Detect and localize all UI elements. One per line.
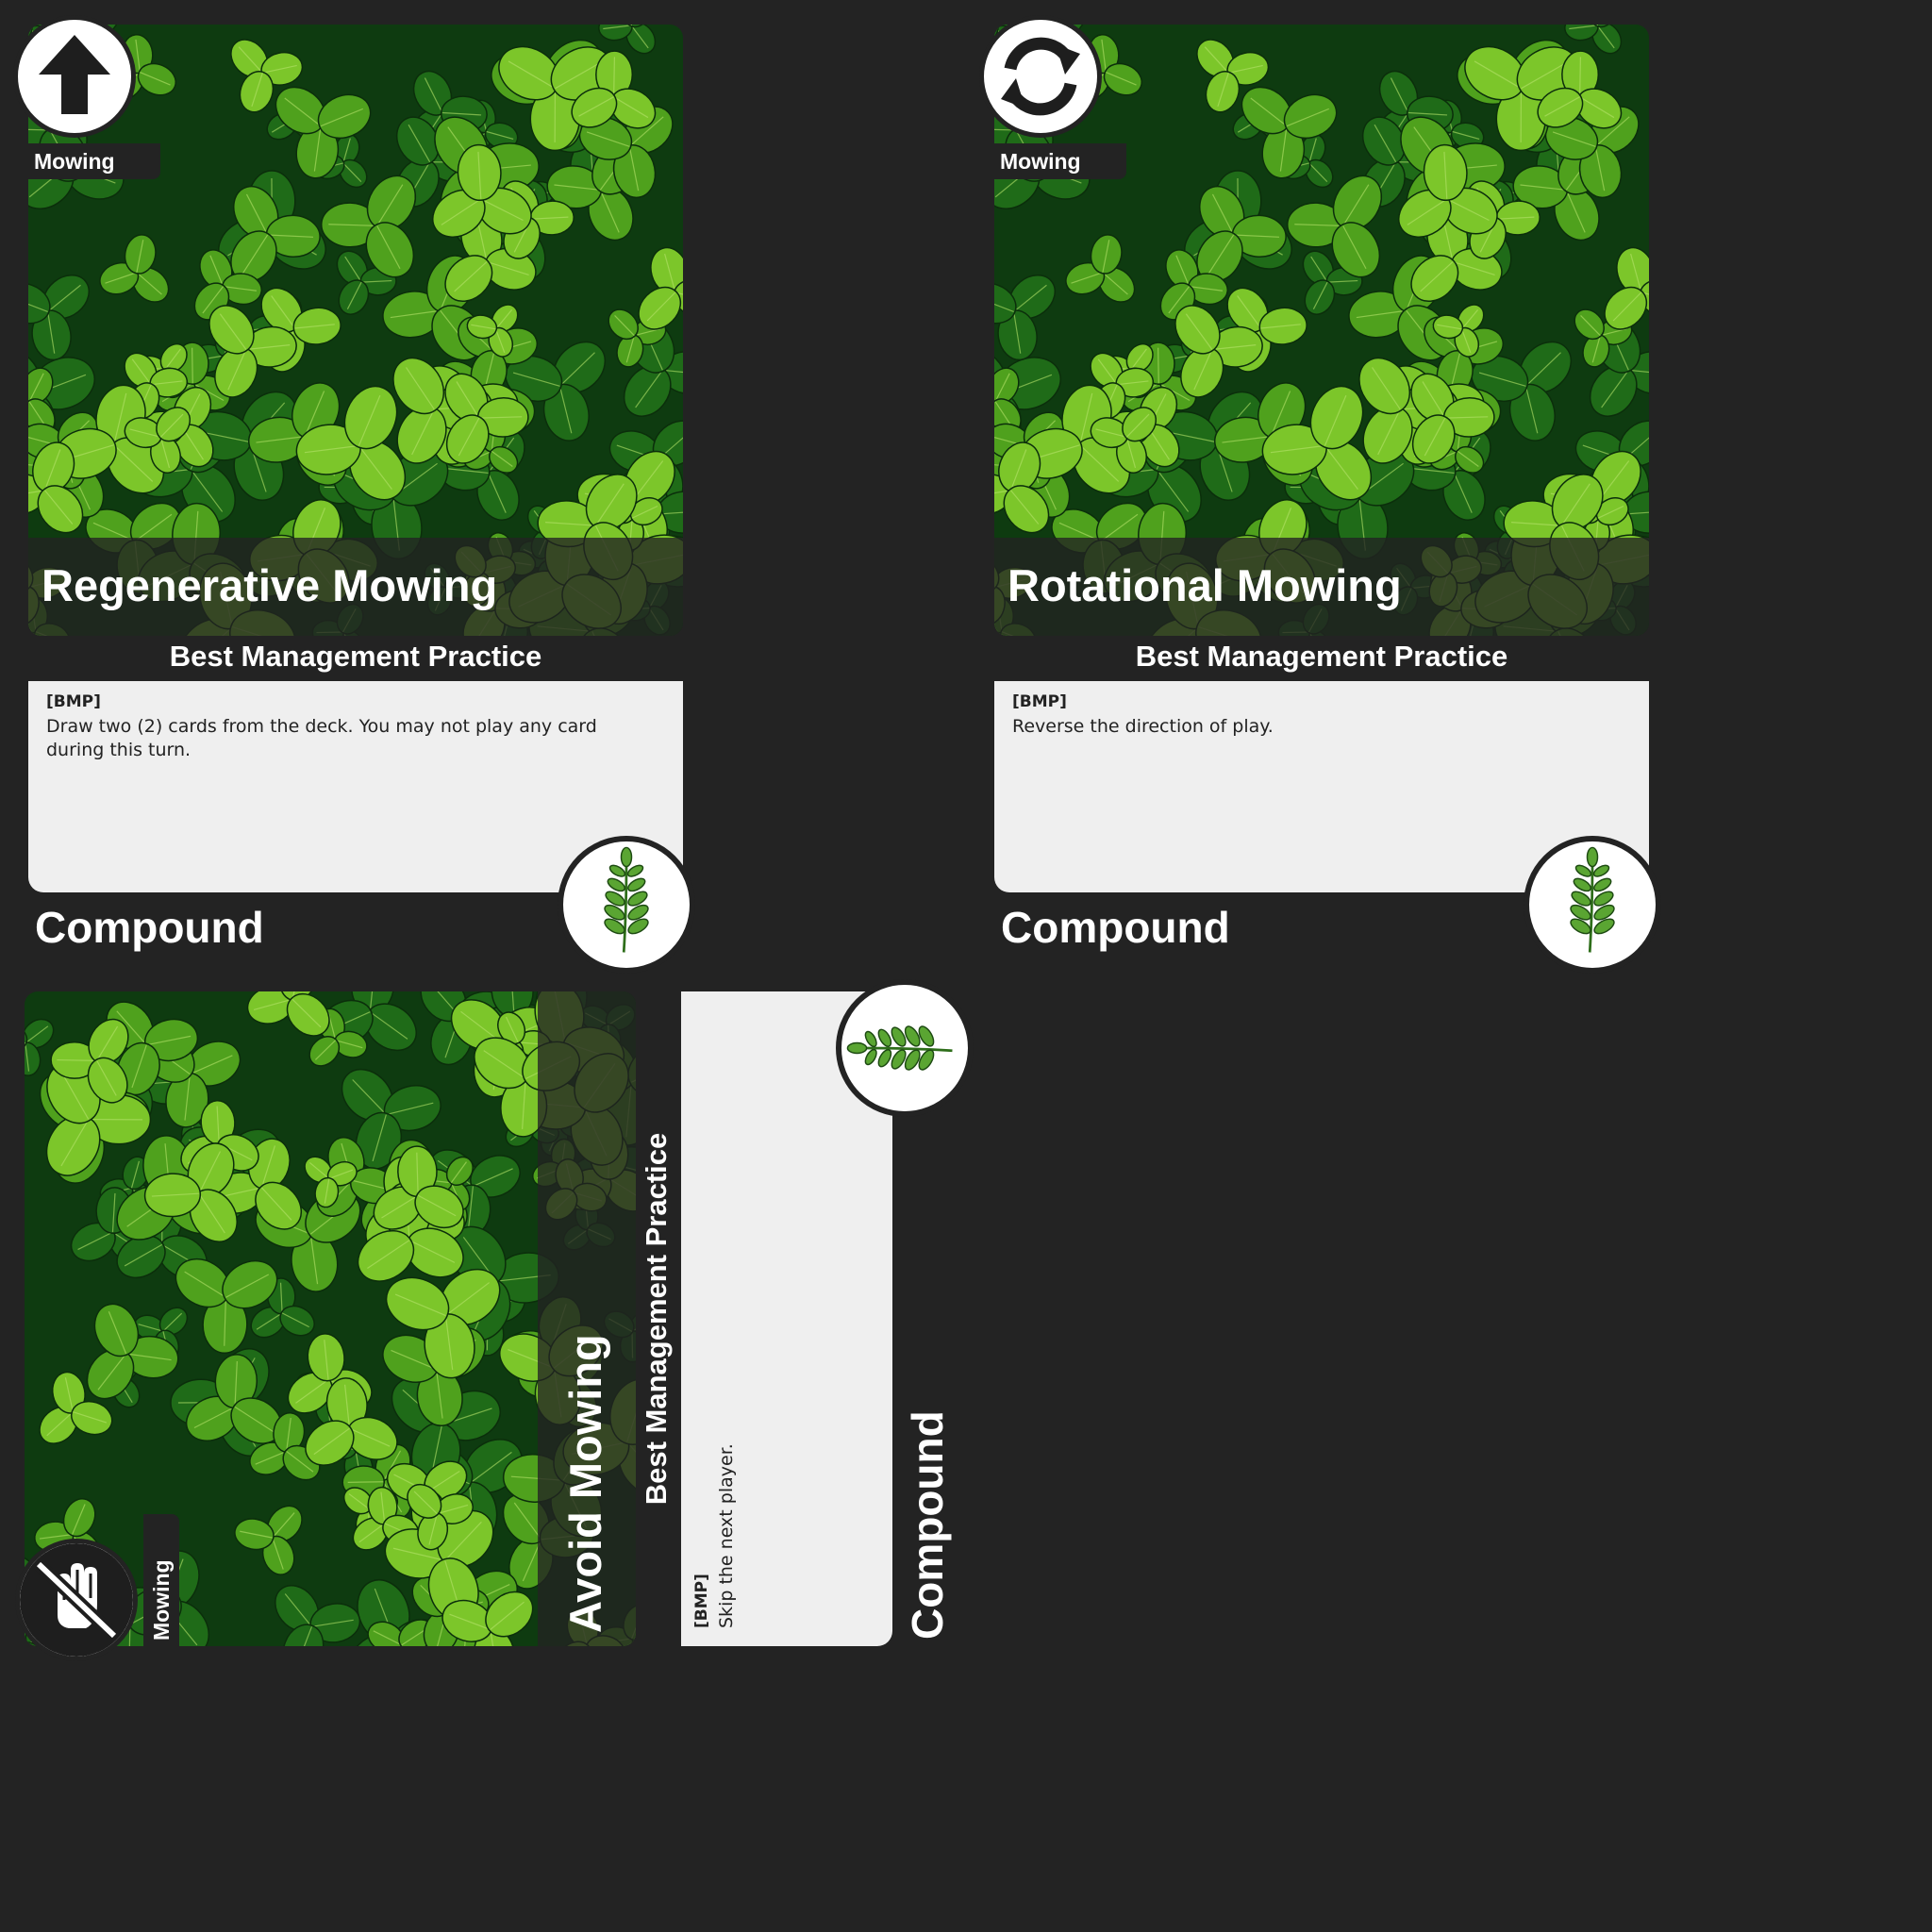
card-title: Avoid Mowing: [560, 1334, 610, 1633]
card-tag: [BMP]: [692, 1574, 711, 1628]
card-subtitle: Best Management Practice: [1135, 640, 1508, 673]
card-icon-group: Mowing: [15, 1514, 179, 1661]
arrow-up-icon: [13, 15, 136, 138]
leaf-sprig-icon: [836, 979, 974, 1117]
card-footer: Compound: [903, 1410, 952, 1640]
card-tag: [BMP]: [1012, 692, 1067, 711]
card-subtitle: Best Management Practice: [169, 640, 542, 673]
card-tag: [BMP]: [46, 692, 101, 711]
card-avoid-mowing[interactable]: Avoid Mowing Best Management Practice [B…: [0, 948, 974, 1674]
card-body-text: Skip the next player.: [716, 1443, 737, 1628]
category-label: Mowing: [28, 143, 160, 179]
card-body-text: Draw two (2) cards from the deck. You ma…: [46, 716, 597, 760]
card-title: Regenerative Mowing: [42, 560, 498, 610]
category-label: Mowing: [143, 1514, 179, 1646]
no-hand-icon: [15, 1539, 138, 1661]
card-footer: Compound: [1001, 903, 1230, 952]
card-subtitle: Best Management Practice: [640, 1132, 673, 1506]
card-icon-group: Mowing: [979, 15, 1126, 179]
card-footer: Compound: [35, 903, 264, 952]
card-icon-group: Mowing: [13, 15, 160, 179]
reverse-arrows-icon: [979, 15, 1102, 138]
category-label: Mowing: [994, 143, 1126, 179]
title-band: Rotational Mowing: [994, 538, 1649, 636]
card-body-text: Reverse the direction of play.: [1012, 716, 1274, 737]
leaf-sprig-icon: [1524, 836, 1661, 974]
title-band: Regenerative Mowing: [28, 538, 683, 636]
title-band: Avoid Mowing: [538, 991, 636, 1646]
card-rotational-mowing[interactable]: Rotational Mowing Best Management Practi…: [966, 0, 1692, 974]
card-title: Rotational Mowing: [1008, 560, 1402, 610]
card-regenerative-mowing[interactable]: Regenerative Mowing Best Management Prac…: [0, 0, 726, 974]
